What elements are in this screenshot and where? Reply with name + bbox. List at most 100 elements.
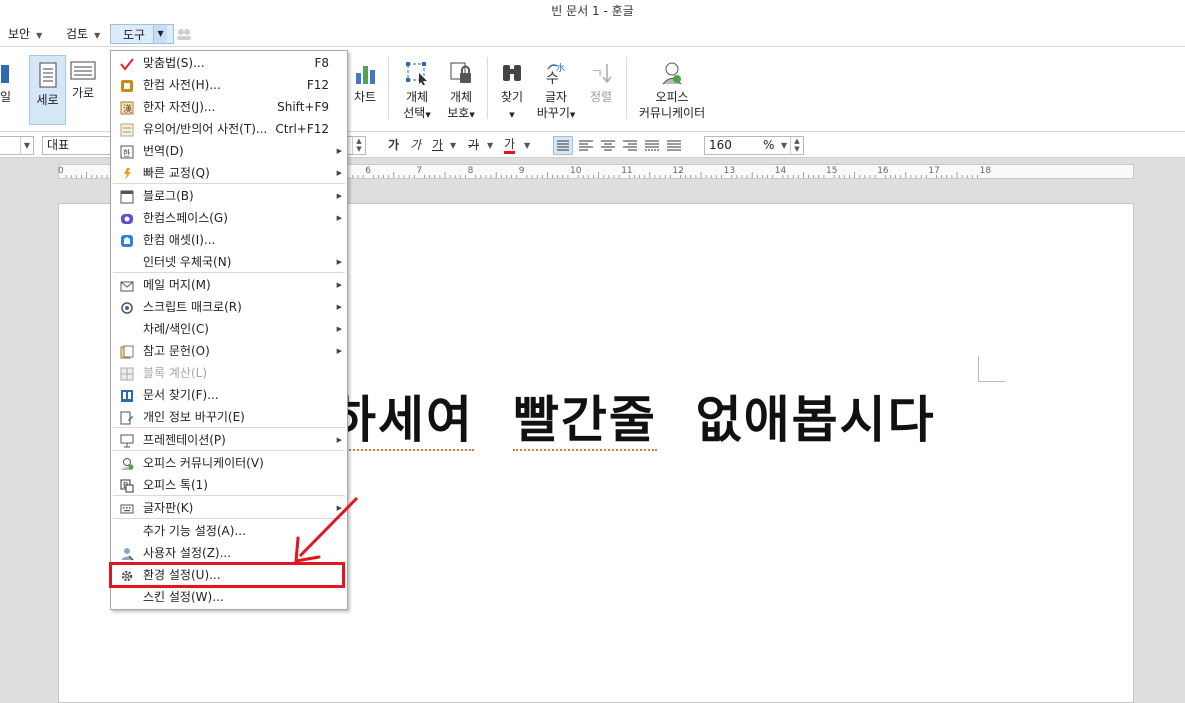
align-left-icon[interactable] [577,137,595,154]
tools-menu-item[interactable]: 블록 계산(L) [111,362,347,384]
chevron-right-icon: ▶ [336,258,342,266]
sort-button[interactable]: ㄱ 정렬 [586,61,616,105]
align-distribute-icon[interactable] [643,137,661,154]
menu-item-shortcut: F8 [314,56,329,70]
tools-menu-item[interactable]: 한컴 애셋(I)... [111,229,347,251]
margin-corner-mark [978,356,1005,382]
align-justify-button[interactable] [553,136,573,155]
tools-menu-item[interactable]: 한 번역(D) ▶ [111,140,347,162]
ruler-number: 16 [877,166,889,176]
highlight-box [109,562,345,588]
partial-icon [1,59,9,85]
chevron-down-icon[interactable]: ▼ [450,137,456,154]
communicator-icon [120,456,134,470]
chevron-down-icon[interactable]: ▼ [153,25,168,43]
tools-menu-item[interactable]: 글자판(K) ▶ [111,497,347,519]
bold-button[interactable]: 가 [388,137,399,154]
quick-correct-icon [120,166,134,180]
menu-item-label: 인터넷 우체국(N) [143,255,232,269]
office-communicator-button[interactable]: 오피스 커뮤니케이터 [636,61,708,121]
tools-menu-item[interactable]: 유의어/반의어 사전(T)... Ctrl+F12 [111,118,347,140]
blog-icon [120,189,134,204]
tools-menu-item[interactable]: 개인 정보 바꾸기(E) [111,406,347,428]
align-center-icon[interactable] [599,137,617,154]
chevron-down-icon[interactable]: ▼ [20,137,33,154]
align-right-icon[interactable] [621,137,639,154]
tools-menu-item[interactable]: 추가 기능 설정(A)... [111,520,347,542]
chart-button[interactable]: 차트 [350,63,380,105]
tools-menu-item[interactable]: 프레젠테이션(P) ▶ [111,429,347,451]
svg-text:한: 한 [123,149,131,158]
menu-item-label: 번역(D) [143,144,184,158]
menu-review[interactable]: 검토 ▼ [66,24,100,44]
font-color-button[interactable]: 가 [504,137,516,154]
tools-menu-item[interactable]: 한컴스페이스(G) ▶ [111,207,347,229]
menu-item-label: 한자 자전(J)... [143,100,216,114]
tools-menu-item[interactable]: 맞춤법(S)... F8 [111,52,347,74]
tools-menu-item[interactable]: 스크립트 매크로(R) ▶ [111,296,347,318]
document-text[interactable]: 하세여 빨간줄 없애봅시다 [330,380,936,452]
dictionary-icon [120,78,134,92]
menu-item-label: 차례/색인(C) [143,322,209,336]
bibliography-icon [120,344,134,359]
select-object-icon [406,62,427,85]
chevron-down-icon[interactable]: ▼ [781,137,787,154]
menu-item-label: 스킨 설정(W)... [143,590,224,604]
tools-menu-item[interactable]: 漢 한자 자전(J)... Shift+F9 [111,96,347,118]
chevron-down-icon[interactable]: ▼ [524,137,530,154]
menu-tools[interactable]: 도구 ▼ [110,24,175,44]
tools-menu-item[interactable]: 메일 머지(M) ▶ [111,274,347,296]
menu-item-label: 블록 계산(L) [143,366,208,380]
chevron-down-icon: ▼ [569,111,576,119]
chevron-right-icon: ▶ [336,169,342,177]
size-spinner[interactable]: ▲ ▼ [348,136,366,155]
select-object-button[interactable]: 개체 선택▼ [398,61,436,123]
protect-object-button[interactable]: 개체 보호▼ [442,61,480,123]
tools-menu-item[interactable]: 한컴 사전(H)... F12 [111,74,347,96]
svg-text:水: 水 [556,62,565,74]
doc-word-2: 빨간줄 [512,391,657,451]
tools-menu-item[interactable]: 참고 문헌(O) ▶ [111,340,347,362]
style-combo[interactable]: 대표 [42,136,112,155]
align-divide-icon[interactable] [665,137,683,154]
chart-icon [356,66,375,84]
svg-text:ㄱ: ㄱ [591,67,603,82]
tools-menu-item[interactable]: 차례/색인(C) ▶ [111,318,347,340]
ruler-number: 15 [826,166,838,176]
zoom-combo[interactable]: 160 % ▼ ▲ ▼ [704,136,804,155]
menu-tools-label: 도구 [123,28,146,42]
chevron-down-icon[interactable]: ▼ [487,137,493,154]
lock-icon [450,62,471,83]
privacy-icon [120,410,134,425]
presentation-icon [120,433,134,448]
spinner-icon[interactable]: ▲ ▼ [790,137,803,154]
thesaurus-icon [120,122,134,137]
protect-object-label-1: 개체 [449,90,473,104]
tools-menu-item[interactable]: 블로그(B) ▶ [111,185,347,207]
font-combo[interactable]: ▼ [0,136,34,155]
menu-item-label: 한컴 애셋(I)... [143,233,216,247]
tools-menu-item[interactable]: 스킨 설정(W)... [111,586,347,608]
block-calc-icon [120,366,134,381]
italic-button[interactable]: 가 [410,137,421,154]
tools-menu-item[interactable]: B 오피스 톡(1) [111,474,347,496]
tools-menu-item[interactable]: 문서 찾기(F)... [111,384,347,406]
ruler-number: 12 [672,166,684,176]
ruler-number: 11 [621,166,633,176]
tools-menu-item[interactable]: 오피스 커뮤니케이터(V) [111,452,347,474]
portrait-button[interactable]: 세로 [29,55,66,125]
menu-item-label: 메일 머지(M) [143,278,211,292]
spinner-icon[interactable]: ▲ ▼ [352,137,365,154]
strike-button[interactable]: 가 [468,137,479,154]
ribbon-partial-button[interactable]: 일 [0,59,11,105]
tools-menu-item[interactable]: 빠른 교정(Q) ▶ [111,162,347,184]
menu-security[interactable]: 보안 ▼ [8,24,42,44]
tools-menu-item[interactable]: 인터넷 우체국(N) ▶ [111,251,347,273]
menu-item-label: 맞춤법(S)... [143,56,205,70]
tools-dropdown-menu: 맞춤법(S)... F8 한컴 사전(H)... F12 漢 한자 자전(J)... Shi… [110,50,348,610]
landscape-button[interactable]: 가로 [68,61,98,101]
tools-menu-item[interactable]: 사용자 설정(Z)... [111,542,347,564]
underline-button[interactable]: 가 [432,137,443,154]
replace-button[interactable]: 수水 글자 바꾸기▼ [534,61,578,123]
find-button[interactable]: 찾기 ▼ [496,61,528,123]
